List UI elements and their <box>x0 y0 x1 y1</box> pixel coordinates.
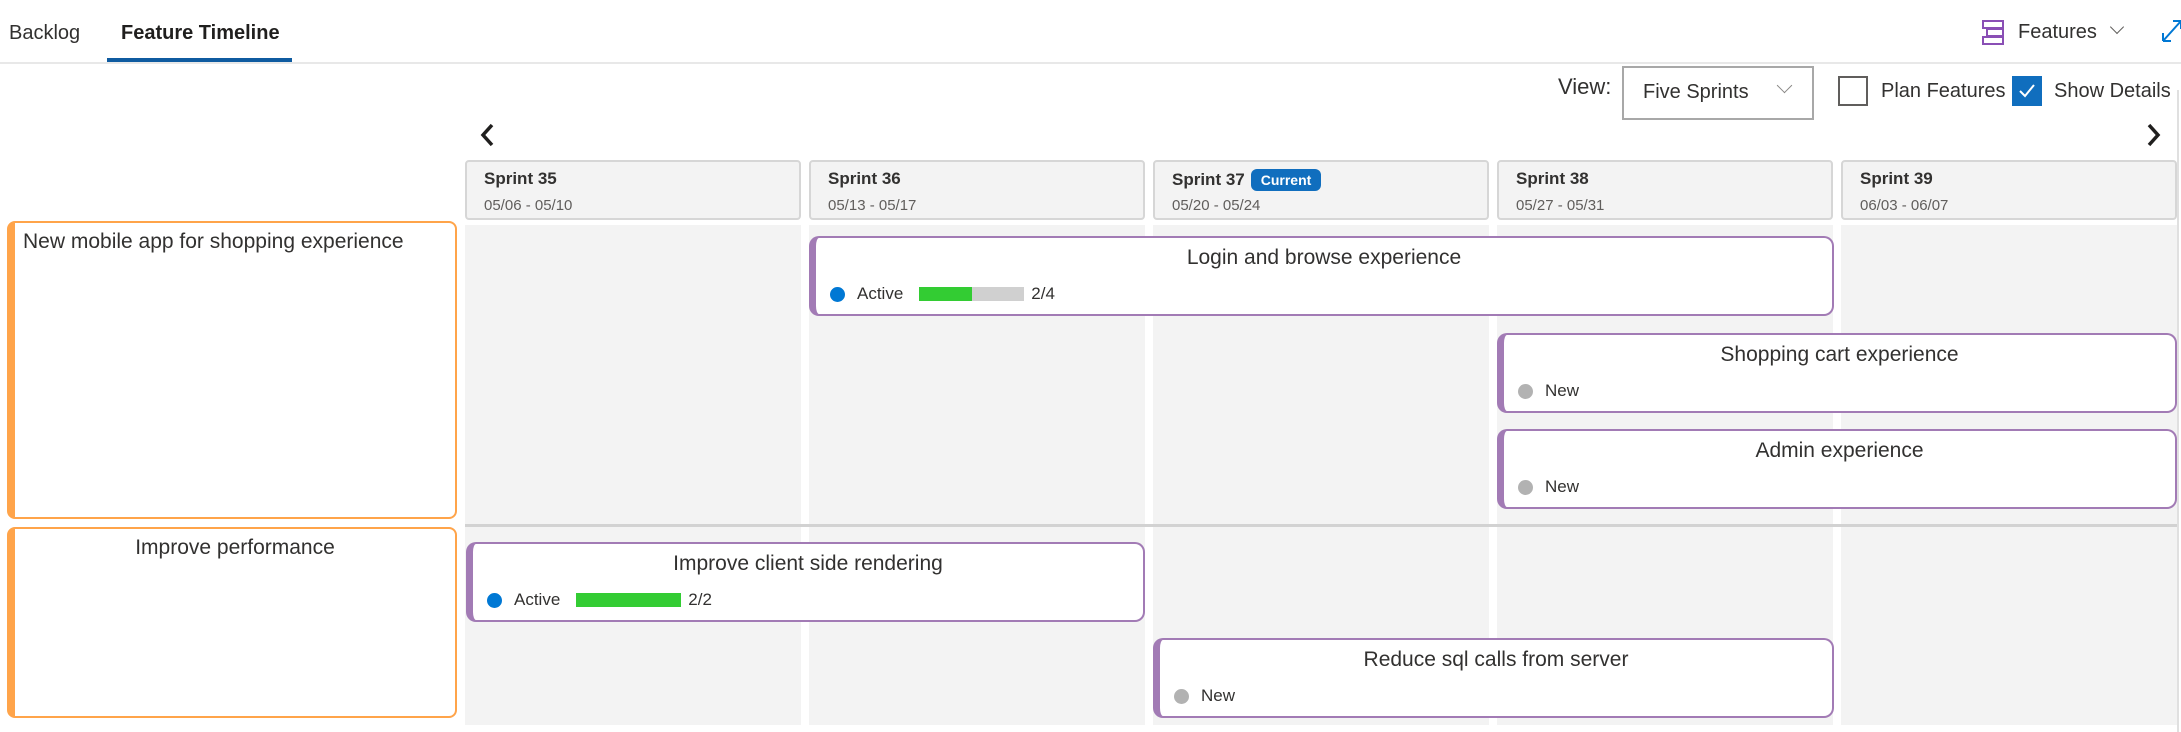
sprint-dates: 05/27 - 05/31 <box>1516 197 1605 214</box>
progress-fill <box>919 287 972 301</box>
sprint-name-text: Sprint 36 <box>828 169 901 188</box>
checkmark-icon <box>2019 84 2035 98</box>
chevron-left-icon <box>480 123 494 147</box>
plan-features-label[interactable]: Plan Features <box>1881 76 2006 106</box>
view-dropdown[interactable]: Five Sprints <box>1622 66 1814 120</box>
features-backlog-selector[interactable]: Features <box>1982 18 2123 46</box>
chevron-right-icon <box>2147 123 2161 147</box>
feature-card[interactable]: Admin experience New <box>1497 429 2177 509</box>
state-new-dot-icon <box>1518 479 1533 495</box>
sprint-dates: 05/06 - 05/10 <box>484 197 573 214</box>
progress-count: 2/2 <box>688 590 712 609</box>
feature-title: Admin experience <box>1755 439 1924 462</box>
feature-card[interactable]: Improve client side rendering Active 2/2 <box>466 542 1145 622</box>
feature-state: New <box>1201 686 1236 705</box>
sprint-name: Sprint 35 <box>484 169 557 189</box>
tab-feature-timeline[interactable]: Feature Timeline <box>121 20 280 46</box>
sprint-column <box>465 225 801 725</box>
expand-icon[interactable] <box>2160 18 2181 44</box>
sprint-header: Sprint 36 05/13 - 05/17 <box>809 160 1145 220</box>
sprint-header: Sprint 39 06/03 - 06/07 <box>1841 160 2177 220</box>
feature-title: Login and browse experience <box>1186 246 1462 269</box>
feature-title: Improve client side rendering <box>673 552 943 575</box>
current-sprint-badge: Current <box>1250 169 1322 191</box>
state-active-dot-icon <box>830 286 845 302</box>
sprint-header: Sprint 37 Current 05/20 - 05/24 <box>1153 160 1489 220</box>
sprint-name: Sprint 37 Current <box>1172 169 1322 191</box>
feature-state: New <box>1545 477 1580 496</box>
epic-title: Improve performance <box>135 536 335 559</box>
sprint-header: Sprint 35 05/06 - 05/10 <box>465 160 801 220</box>
sprint-name: Sprint 39 <box>1860 169 1933 189</box>
sprint-name-text: Sprint 38 <box>1516 169 1589 188</box>
scroll-edge <box>2177 90 2179 732</box>
tab-backlog[interactable]: Backlog <box>9 20 80 46</box>
sprint-name: Sprint 36 <box>828 169 901 189</box>
view-label: View: <box>1558 74 1612 99</box>
sprint-dates: 05/20 - 05/24 <box>1172 197 1261 214</box>
previous-sprints-button[interactable] <box>476 122 502 148</box>
sprint-dates: 05/13 - 05/17 <box>828 197 917 214</box>
next-sprints-button[interactable] <box>2140 122 2166 148</box>
epic-row-divider <box>465 524 2177 527</box>
sprint-header: Sprint 38 05/27 - 05/31 <box>1497 160 1833 220</box>
chevron-down-icon <box>2111 22 2123 34</box>
epic-title: New mobile app for shopping experience <box>23 230 404 253</box>
view-dropdown-value: Five Sprints <box>1643 81 1749 103</box>
features-selector-label: Features <box>2018 20 2097 43</box>
sprint-name: Sprint 38 <box>1516 169 1589 189</box>
features-list-icon <box>1982 20 2004 45</box>
progress-fill <box>576 593 682 607</box>
show-details-checkbox[interactable] <box>2012 76 2042 106</box>
chevron-down-icon <box>1776 77 1793 94</box>
sprint-name-text: Sprint 35 <box>484 169 557 188</box>
feature-title: Reduce sql calls from server <box>1363 648 1629 671</box>
feature-card[interactable]: Reduce sql calls from server New <box>1153 638 1834 718</box>
feature-title: Shopping cart experience <box>1720 343 1959 366</box>
sprint-name-text: Sprint 39 <box>1860 169 1933 188</box>
feature-card[interactable]: Shopping cart experience New <box>1497 333 2177 413</box>
epic-card[interactable]: Improve performance <box>7 527 457 718</box>
state-new-dot-icon <box>1174 688 1189 704</box>
epic-card[interactable]: New mobile app for shopping experience <box>7 221 457 519</box>
sprint-dates: 06/03 - 06/07 <box>1860 197 1949 214</box>
show-details-label[interactable]: Show Details <box>2054 76 2171 106</box>
feature-state: Active <box>514 590 561 609</box>
feature-state: New <box>1545 381 1580 400</box>
state-active-dot-icon <box>487 592 502 608</box>
progress-count: 2/4 <box>1031 284 1055 303</box>
feature-card[interactable]: Login and browse experience Active 2/4 <box>809 236 1834 316</box>
feature-state: Active <box>857 284 904 303</box>
sprint-name-text: Sprint 37 <box>1172 170 1245 189</box>
tab-bar-divider <box>0 62 2181 64</box>
progress-bar <box>576 593 682 607</box>
progress-bar <box>919 287 1025 301</box>
plan-features-checkbox[interactable] <box>1838 76 1868 106</box>
state-new-dot-icon <box>1518 383 1533 399</box>
